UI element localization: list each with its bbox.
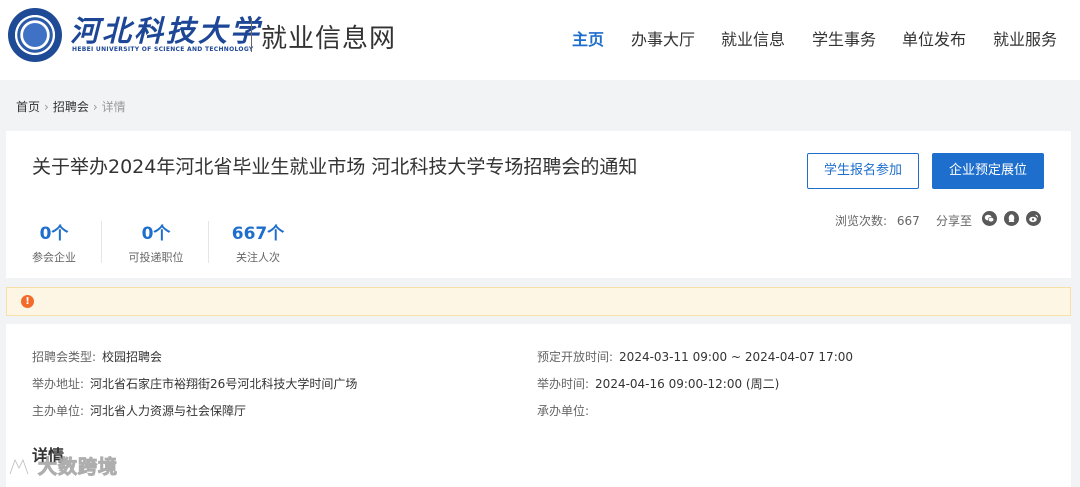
info-address: 举办地址: 河北省石家庄市裕翔街26号河北科技大学时间广场 [32,375,357,392]
stat-companies: 0个 参会企业 [26,219,82,265]
info-label: 举办时间: [537,377,590,391]
stat-value: 667个 [231,224,285,244]
stat-value: 0个 [141,224,171,244]
stat-value: 0个 [39,224,69,244]
school-name-cn[interactable]: 河北科技大学 [70,8,262,50]
view-count-label: 浏览次数: [835,214,888,228]
chevron-right-icon: › [44,100,49,114]
view-count: 浏览次数: 667 [835,212,920,229]
qq-icon[interactable] [1004,211,1019,226]
info-organizer: 承办单位: [537,402,595,419]
info-value: 河北省石家庄市裕翔街26号河北科技大学时间广场 [90,377,358,391]
warning-icon: ! [21,295,34,308]
info-value: 2024-04-16 09:00-12:00 (周二) [595,377,780,391]
breadcrumb-home[interactable]: 首页 [16,98,40,115]
breadcrumb-fairs[interactable]: 招聘会 [53,98,89,115]
info-host: 主办单位: 河北省人力资源与社会保障厅 [32,402,246,419]
company-book-booth-button[interactable]: 企业预定展位 [932,153,1044,189]
nav-item-service-hall[interactable]: 办事大厅 [631,26,695,50]
student-register-button[interactable]: 学生报名参加 [807,153,919,189]
stat-label: 关注人次 [236,251,280,264]
info-fair-type: 招聘会类型: 校园招聘会 [32,348,162,365]
notice-alert: ! [6,287,1071,316]
fair-info-card: 招聘会类型: 校园招聘会 举办地址: 河北省石家庄市裕翔街26号河北科技大学时间广场… [6,324,1071,487]
info-label: 主办单位: [32,404,85,418]
stat-divider [208,221,209,263]
info-label: 招聘会类型: [32,350,97,364]
nav-item-student-affairs[interactable]: 学生事务 [812,26,876,50]
share-label: 分享至 [936,214,973,228]
chevron-right-icon: › [92,100,98,114]
fair-title: 关于举办2024年河北省毕业生就业市场 河北科技大学专场招聘会的通知 [32,156,638,178]
info-booking-time: 预定开放时间: 2024-03-11 09:00 ~ 2024-04-07 17:… [537,348,853,365]
nav-item-employment-info[interactable]: 就业信息 [721,26,785,50]
stat-label: 参会企业 [32,251,76,264]
view-count-value: 667 [896,214,920,228]
fair-summary-card: 关于举办2024年河北省毕业生就业市场 河北科技大学专场招聘会的通知 0个 参会… [6,131,1071,278]
info-label: 承办单位: [537,404,590,418]
school-emblem-logo[interactable] [8,8,62,62]
stat-followers: 667个 关注人次 [228,219,288,265]
watermark-text: 大数跨境 [37,456,119,479]
info-value: 河北省人力资源与社会保障厅 [90,404,247,418]
breadcrumb: 首页 › 招聘会 › 详情 [16,98,126,115]
info-value: 2024-03-11 09:00 ~ 2024-04-07 17:00 [619,350,853,364]
nav-item-home[interactable]: 主页 [572,26,604,50]
stat-label: 可投递职位 [128,251,184,264]
header-divider [251,18,252,52]
breadcrumb-current: 详情 [101,100,126,114]
site-name[interactable]: 就业信息网 [261,18,396,55]
site-header: 河北科技大学 HEBEI UNIVERSITY OF SCIENCE AND T… [0,0,1080,80]
weibo-icon[interactable] [1026,211,1041,226]
nav-item-employment-services[interactable]: 就业服务 [993,26,1057,50]
info-event-time: 举办时间: 2024-04-16 09:00-12:00 (周二) [537,375,779,392]
info-label: 预定开放时间: [537,350,614,364]
info-value: 校园招聘会 [102,350,163,364]
stat-divider [101,221,102,263]
wechat-icon[interactable] [982,211,997,226]
info-label: 举办地址: [32,377,85,391]
stat-positions: 0个 可投递职位 [124,219,188,265]
school-name-en: HEBEI UNIVERSITY OF SCIENCE AND TECHNOLO… [72,46,254,53]
watermark-logo-icon [8,456,30,475]
nav-item-employer-post[interactable]: 单位发布 [902,26,966,50]
